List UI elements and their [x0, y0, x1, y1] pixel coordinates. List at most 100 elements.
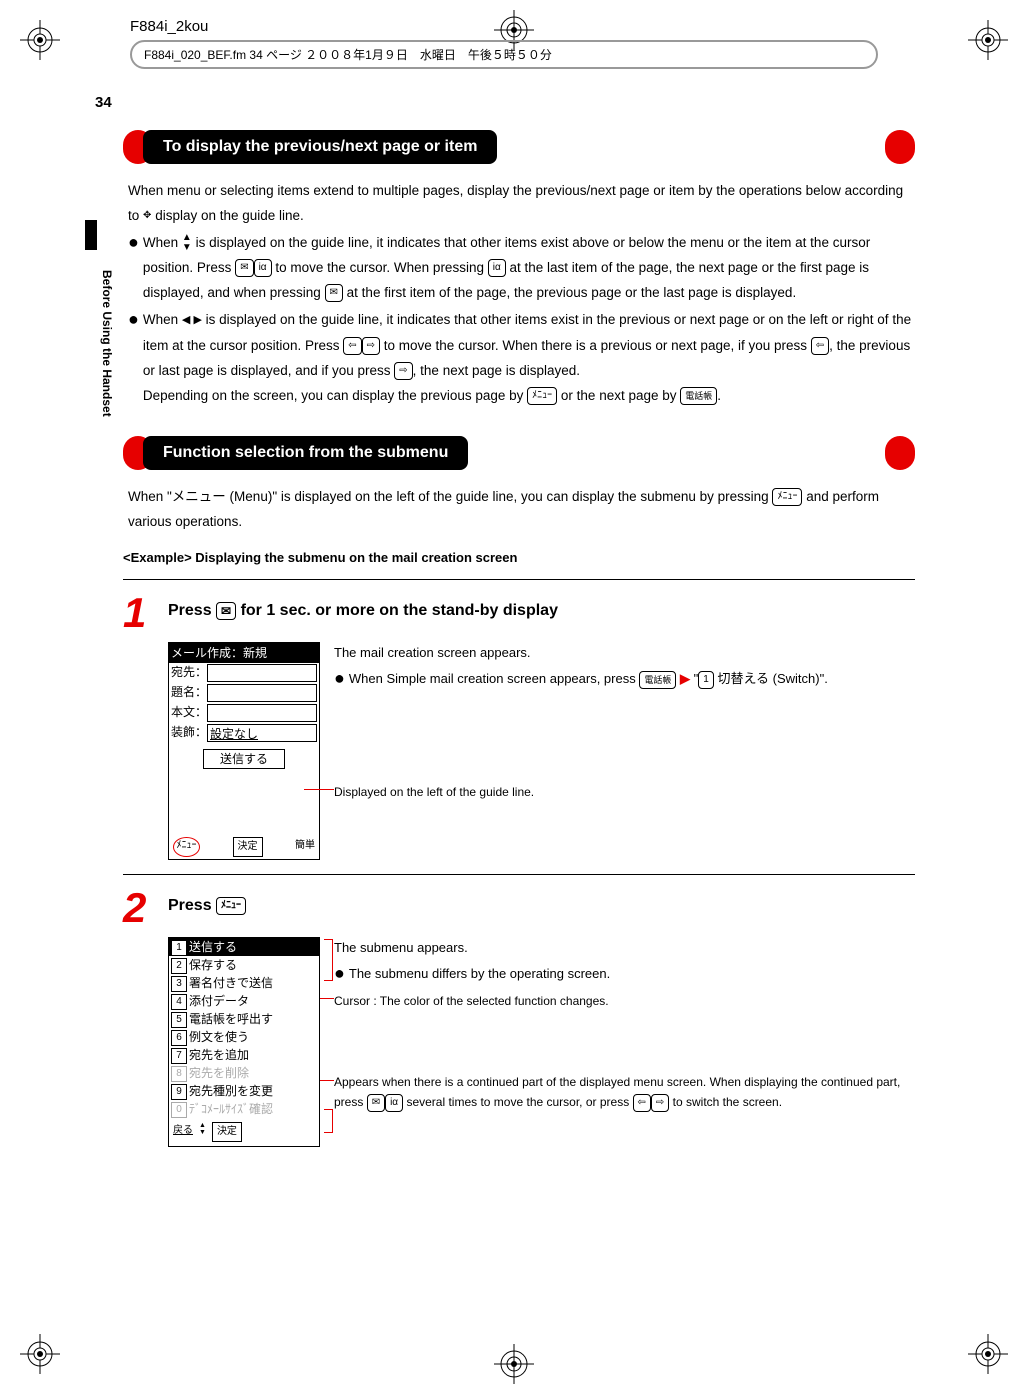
submenu-softkey-decide: 決定: [212, 1122, 242, 1142]
left-key: ⇦: [343, 337, 361, 355]
field-subject: [207, 684, 317, 702]
menu-key-3: ﾒﾆｭｰ: [216, 897, 246, 915]
model-label: F884i_2kou: [130, 18, 208, 35]
submenu-scroll-icon: ▲▼: [199, 1122, 206, 1142]
submenu-item: 3署名付きで送信: [169, 974, 319, 992]
softkey-simple: 簡単: [295, 837, 315, 857]
section-header-submenu: Function selection from the submenu: [123, 436, 915, 470]
step-2-number: 2: [123, 889, 168, 927]
submenu-item: 7宛先を追加: [169, 1046, 319, 1064]
submenu-item-number: 4: [171, 994, 187, 1010]
field-label-to: 宛先：: [171, 663, 207, 683]
submenu-item-label: 電話帳を呼出す: [189, 1010, 273, 1028]
submenu-item-number: 3: [171, 976, 187, 992]
mail-up-key-3: ✉: [367, 1094, 385, 1112]
submenu-item-label: ﾃﾞｺﾒｰﾙｻｲｽﾞ確認: [189, 1100, 273, 1118]
menu-key-2: ﾒﾆｭｰ: [772, 488, 802, 506]
left-key-2: ⇦: [811, 337, 829, 355]
key-1: 1: [698, 671, 714, 689]
step2-desc1: The submenu appears.: [334, 937, 915, 959]
side-tab: [85, 220, 97, 250]
continued-bracket: [324, 1109, 333, 1133]
submenu-item: 6例文を使う: [169, 1028, 319, 1046]
right-key: ⇨: [362, 337, 380, 355]
phonebook-key: 電話帳: [680, 387, 717, 405]
submenu-item: 2保存する: [169, 956, 319, 974]
field-deco: 設定なし: [207, 724, 317, 742]
field-label-subject: 題名：: [171, 683, 207, 703]
ialpha-key-2: iα: [488, 259, 506, 277]
page-number: 34: [95, 94, 112, 111]
crop-mark-top-right: [968, 20, 1008, 60]
right-key-2: ⇨: [394, 362, 412, 380]
submenu-item-number: 0: [171, 1102, 187, 1118]
step-1: 1 Press ✉ for 1 sec. or more on the stan…: [123, 594, 915, 632]
fm-line: F884i_020_BEF.fm 34 ページ ２００８年1月９日 水曜日 午後…: [130, 40, 878, 69]
separator: [123, 579, 915, 580]
send-button: 送信する: [203, 749, 285, 769]
submenu-item-label: 添付データ: [189, 992, 249, 1010]
mail-creation-screen: メール作成：新規 宛先： 題名： 本文： 装飾：設定なし 送信する ﾒﾆｭｰ 決…: [168, 642, 320, 860]
submenu-item: 4添付データ: [169, 992, 319, 1010]
step-1-title: Press ✉ for 1 sec. or more on the stand-…: [168, 594, 558, 622]
step1-callout: Displayed on the left of the guide line.: [334, 781, 915, 803]
left-key-3: ⇦: [633, 1094, 651, 1112]
submenu-item-number: 2: [171, 958, 187, 974]
field-body: [207, 704, 317, 722]
field-to: [207, 664, 317, 682]
submenu-item-label: 宛先種別を変更: [189, 1082, 273, 1100]
step1-desc2: ● When Simple mail creation screen appea…: [334, 666, 915, 691]
submenu-item: 0ﾃﾞｺﾒｰﾙｻｲｽﾞ確認: [169, 1100, 319, 1118]
mail-key-icon: ✉: [216, 602, 236, 620]
submenu-item: 9宛先種別を変更: [169, 1082, 319, 1100]
example-label: <Example> Displaying the submenu on the …: [123, 550, 915, 565]
submenu-screen: 1送信する2保存する3署名付きで送信4添付データ5電話帳を呼出す6例文を使う7宛…: [168, 937, 320, 1147]
updown-icon: ▲▼: [182, 233, 192, 253]
mail-screen-title: メール作成：新規: [169, 643, 319, 663]
submenu-item-label: 宛先を削除: [189, 1064, 249, 1082]
cursor-bracket: [324, 939, 333, 981]
dpad-icon: ✥: [143, 211, 151, 221]
submenu-item: 5電話帳を呼出す: [169, 1010, 319, 1028]
crop-mark-top-left: [20, 20, 60, 60]
right-key-3: ⇨: [651, 1094, 669, 1112]
submenu-item-number: 6: [171, 1030, 187, 1046]
cursor-callout: Cursor : The color of the selected funct…: [334, 990, 915, 1012]
step-2-title: Press ﾒﾆｭｰ: [168, 889, 246, 917]
softkey-menu: ﾒﾆｭｰ: [173, 837, 200, 857]
ialpha-key: iα: [254, 259, 272, 277]
ialpha-key-3: iα: [385, 1094, 403, 1112]
mail-up-key: ✉: [235, 259, 253, 277]
submenu-item-label: 保存する: [189, 956, 237, 974]
submenu-item: 1送信する: [169, 938, 319, 956]
crop-mark-bottom-left: [20, 1334, 60, 1374]
center-mark-bottom: [494, 1344, 534, 1384]
leftright-icon: ◀ ▶: [182, 314, 202, 326]
submenu-item-label: 宛先を追加: [189, 1046, 249, 1064]
section2-intro: When "メニュー (Menu)" is displayed on the l…: [128, 484, 915, 534]
step2-desc2: ● The submenu differs by the operating s…: [334, 961, 915, 986]
submenu-item-number: 1: [171, 940, 187, 956]
arrow-icon: ▶: [680, 671, 690, 686]
submenu-item-number: 9: [171, 1084, 187, 1100]
side-section-title: Before Using the Handset: [100, 270, 114, 417]
mail-up-key-2: ✉: [325, 284, 343, 302]
submenu-item: 8宛先を削除: [169, 1064, 319, 1082]
field-label-deco: 装飾：: [171, 723, 207, 743]
submenu-softkey-back: 戻る: [173, 1122, 193, 1142]
submenu-footer: 戻る ▲▼ 決定: [169, 1118, 319, 1146]
submenu-item-label: 送信する: [189, 938, 237, 956]
continued-callout: Appears when there is a continued part o…: [334, 1072, 915, 1112]
submenu-item-number: 7: [171, 1048, 187, 1064]
menu-key: ﾒﾆｭｰ: [527, 387, 557, 405]
field-label-body: 本文：: [171, 703, 207, 723]
submenu-item-label: 例文を使う: [189, 1028, 249, 1046]
phonebook-key-2: 電話帳: [639, 671, 676, 689]
submenu-item-number: 8: [171, 1066, 187, 1082]
crop-mark-bottom-right: [968, 1334, 1008, 1374]
section1-bullet2: ● When ◀ ▶ is displayed on the guide lin…: [128, 307, 915, 408]
step1-desc1: The mail creation screen appears.: [334, 642, 915, 664]
section-header-prevnext: To display the previous/next page or ite…: [123, 130, 915, 164]
step-1-number: 1: [123, 594, 168, 632]
step-2: 2 Press ﾒﾆｭｰ: [123, 889, 915, 927]
